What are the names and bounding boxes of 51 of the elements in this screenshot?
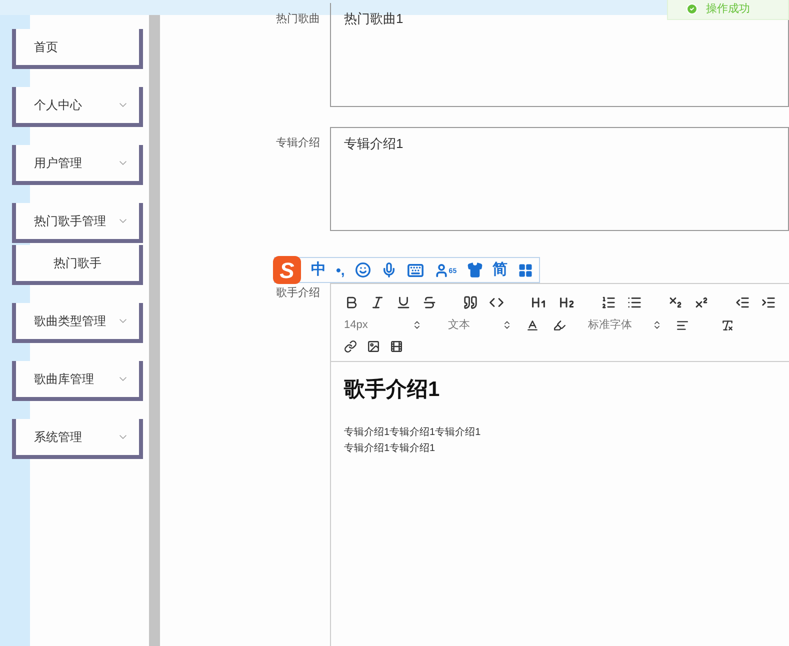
italic-icon[interactable] <box>370 295 385 310</box>
subscript-icon[interactable] <box>668 295 683 310</box>
bold-icon[interactable] <box>344 295 359 310</box>
up-down-arrows-icon <box>412 320 422 330</box>
toolbar-select[interactable]: 文本 <box>436 317 512 334</box>
film-icon[interactable] <box>390 340 403 352</box>
check-circle-icon <box>686 3 698 15</box>
content-heading: 歌手介绍1 <box>344 376 441 402</box>
ime-mode[interactable]: 中 <box>311 258 326 282</box>
outdent-icon[interactable] <box>735 295 750 310</box>
image-icon[interactable] <box>367 340 380 352</box>
menu-item[interactable]: 首页 <box>12 29 143 69</box>
microphone-icon[interactable] <box>380 262 397 278</box>
bullet-list-icon[interactable] <box>627 295 642 310</box>
submenu-item[interactable]: 热门歌手 <box>12 245 143 285</box>
keyboard-icon[interactable] <box>406 262 424 278</box>
menu-item[interactable]: 系统管理 <box>12 419 143 459</box>
strikethrough-icon[interactable] <box>422 295 437 310</box>
success-toast: 操作成功 <box>667 0 789 20</box>
quote-icon[interactable] <box>463 295 478 310</box>
ime-punctuation[interactable]: •, <box>336 260 345 280</box>
content-text: 专辑介绍1专辑介绍1 <box>344 442 436 456</box>
grid-icon[interactable] <box>518 262 533 278</box>
field-label: 歌手介绍 <box>275 286 321 301</box>
menu-item[interactable]: 个人中心 <box>12 87 143 127</box>
shirt-icon[interactable] <box>466 262 483 278</box>
code-icon[interactable] <box>489 295 504 310</box>
highlight-icon[interactable] <box>553 318 566 332</box>
ordered-list-icon[interactable] <box>601 295 616 310</box>
up-down-arrows-icon <box>502 320 512 330</box>
field-label: 专辑介绍 <box>275 136 321 151</box>
toolbar-select[interactable]: 14px <box>344 317 422 334</box>
content-text: 专辑介绍1专辑介绍1专辑介绍1 <box>344 426 482 440</box>
underline-icon[interactable] <box>396 295 411 310</box>
font-color-icon[interactable] <box>526 318 539 332</box>
menu-item[interactable]: 用户管理 <box>12 145 143 185</box>
rich-text-editor[interactable]: 14px 文本 标准字体 歌手介绍1 专辑介绍1专辑介绍1专辑介绍1 专辑介绍1专辑介绍1 <box>330 283 789 646</box>
ime-script[interactable]: 简 <box>492 258 508 282</box>
up-down-arrows-icon <box>652 320 662 330</box>
field-label: 热门歌曲 <box>275 12 321 27</box>
indent-icon[interactable] <box>761 295 776 310</box>
smiley-icon[interactable] <box>354 262 371 278</box>
menu-item[interactable]: 歌曲库管理 <box>12 361 143 401</box>
toolbar-select[interactable]: 标准字体 <box>580 317 662 334</box>
text-area[interactable]: 专辑介绍1 <box>330 127 789 231</box>
menu-item[interactable]: 热门歌手管理 <box>12 203 143 243</box>
clear-format-icon[interactable] <box>721 318 734 332</box>
align-left-icon[interactable] <box>676 318 689 332</box>
menu-item[interactable]: 歌曲类型管理 <box>12 303 143 343</box>
link-icon[interactable] <box>344 340 357 352</box>
superscript-icon[interactable] <box>694 295 709 310</box>
